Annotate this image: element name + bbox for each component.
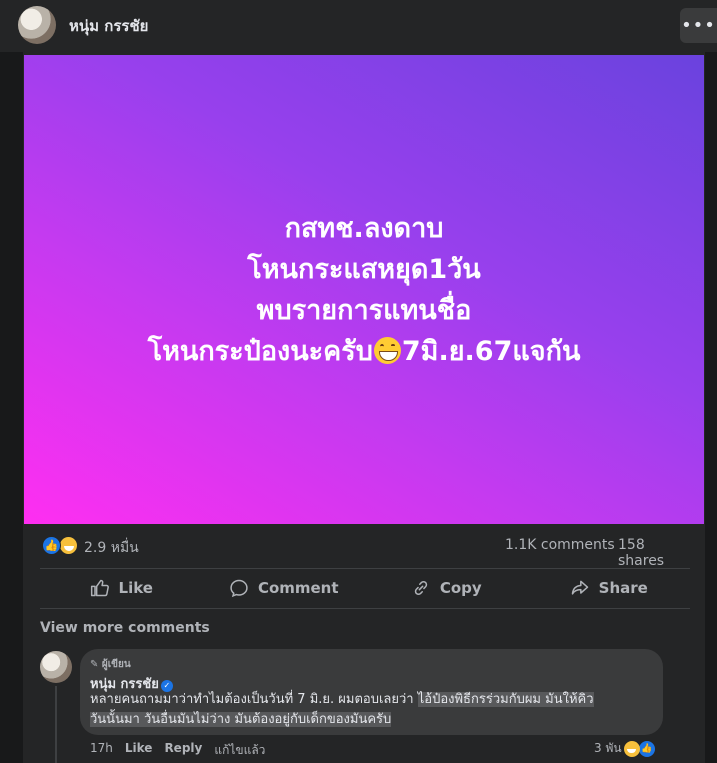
author-badge-label: ผู้เขียน bbox=[101, 659, 131, 670]
comment-bubble-icon bbox=[230, 579, 248, 598]
post-image-line-4-start: โหนกระป๋องนะครับ bbox=[147, 335, 373, 367]
like-button[interactable]: Like bbox=[40, 569, 203, 607]
haha-reaction-icon bbox=[623, 740, 640, 757]
comment-reaction-count: 3 พัน bbox=[594, 741, 622, 755]
thumbs-up-icon bbox=[90, 579, 109, 597]
post-author-name[interactable]: หนุ่ม กรรชัย bbox=[69, 14, 148, 38]
comment-time[interactable]: 17h bbox=[90, 741, 113, 760]
post-image-line-2: โหนกระแสหยุด1วัน bbox=[247, 253, 481, 285]
like-label: Like bbox=[118, 579, 153, 597]
thread-line bbox=[55, 686, 57, 763]
post-actions: Like Comment Copy Share bbox=[40, 569, 690, 607]
comment-label: Comment bbox=[257, 579, 339, 597]
comment-text-highlight-2: วันนั้นมา วันอื่นมันไม่ว่าง มันต้องอยู่ก… bbox=[90, 712, 392, 727]
view-more-comments-link[interactable]: View more comments bbox=[40, 620, 210, 636]
comment-text: หลายคนถามมาว่าทำไมต้องเป็นวันที่ 7 มิ.ย.… bbox=[90, 690, 655, 730]
like-reaction-icon[interactable]: 👍 bbox=[42, 536, 61, 555]
post-image-line-4: โหนกระป๋องนะครับ 7มิ.ย.67แจกัน bbox=[148, 331, 581, 372]
post-image-text: กสทช.ลงดาบ โหนกระแสหยุด1วัน พบรายการแทนช… bbox=[148, 208, 581, 372]
avatar[interactable] bbox=[18, 6, 56, 44]
comment-text-highlight-1: ไอ้ป๋องพิธีกรร่วมกับผม มันให้คิว bbox=[417, 692, 594, 707]
comment-edited-label[interactable]: แก้ไขแล้ว bbox=[214, 741, 265, 760]
divider bbox=[40, 608, 690, 609]
comment-button[interactable]: Comment bbox=[203, 569, 366, 607]
comment-text-plain: หลายคนถามมาว่าทำไมต้องเป็นวันที่ 7 มิ.ย.… bbox=[90, 692, 418, 707]
comment-reactions[interactable]: 3 พัน 👍 bbox=[594, 739, 655, 758]
post-image-line-3: พบรายการแทนชื่อ bbox=[256, 294, 472, 326]
post-image-line-4-end: 7มิ.ย.67แจกัน bbox=[401, 335, 581, 367]
post-image-line-1: กสทช.ลงดาบ bbox=[284, 212, 444, 244]
share-arrow-icon bbox=[571, 580, 588, 595]
share-label: Share bbox=[598, 579, 648, 597]
comment-meta: 17h Like Reply แก้ไขแล้ว bbox=[90, 741, 265, 760]
link-icon bbox=[414, 580, 428, 596]
comments-count[interactable]: 1.1K comments bbox=[505, 537, 615, 553]
author-badge: ✎ ผู้เขียน bbox=[90, 659, 131, 670]
comment-avatar[interactable] bbox=[40, 651, 72, 683]
post-stats: 👍 2.9 หมื่น 1.1K comments 158 shares bbox=[40, 536, 690, 569]
grinning-face-icon bbox=[373, 336, 401, 364]
post-image[interactable]: กสทช.ลงดาบ โหนกระแสหยุด1วัน พบรายการแทนช… bbox=[24, 55, 704, 524]
comment-bubble: ✎ ผู้เขียน หนุ่ม กรรชัย ✓ หลายคนถามมาว่าท… bbox=[80, 649, 663, 735]
shares-count[interactable]: 158 shares bbox=[618, 537, 690, 569]
copy-button[interactable]: Copy bbox=[365, 569, 528, 607]
top-bar: หนุ่ม กรรชัย ••• bbox=[0, 0, 717, 52]
more-options-button[interactable]: ••• bbox=[680, 8, 717, 43]
reaction-count[interactable]: 2.9 หมื่น bbox=[84, 537, 139, 559]
comment-reply-button[interactable]: Reply bbox=[164, 741, 202, 760]
haha-reaction-icon[interactable] bbox=[59, 536, 78, 555]
comment-like-button[interactable]: Like bbox=[125, 741, 153, 760]
like-reaction-icon: 👍 bbox=[638, 740, 655, 757]
copy-label: Copy bbox=[439, 579, 482, 597]
share-button[interactable]: Share bbox=[528, 569, 691, 607]
